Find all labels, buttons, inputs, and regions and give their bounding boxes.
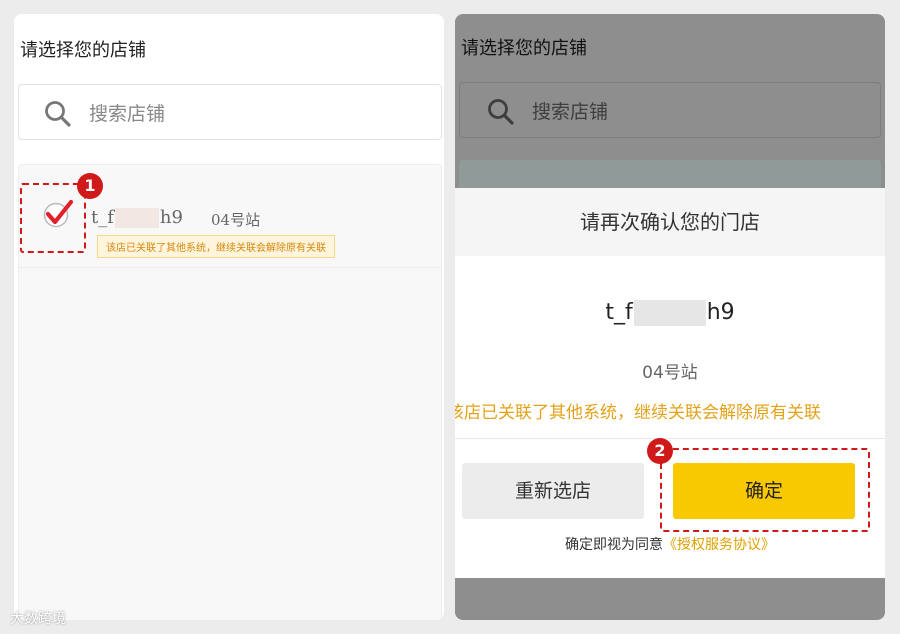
step-marker-2: 2: [647, 438, 673, 464]
search-placeholder: 搜索店铺: [532, 101, 609, 123]
redaction-blur: [114, 208, 159, 228]
page-title: 请选择您的店铺: [461, 38, 587, 59]
dimmed-list-item: [459, 160, 881, 190]
search-icon: [486, 97, 516, 131]
store-name: t_f h9: [91, 207, 183, 228]
store-warning-tag: 该店已关联了其他系统，继续关联会解除原有关联: [97, 235, 335, 258]
reselect-button[interactable]: 重新选店: [462, 463, 644, 519]
dialog-store-station: 04号站: [642, 363, 698, 383]
store-select-panel: 请选择您的店铺 搜索店铺 1 t_f h9 04号站 该店已关联了其他系统，继续关…: [14, 14, 444, 620]
step-marker-1: 1: [77, 173, 103, 199]
redaction-blur: [633, 300, 706, 326]
agreement-text: 确定即视为同意《授权服务协议》: [455, 534, 885, 554]
store-list-item[interactable]: 1 t_f h9 04号站 该店已关联了其他系统，继续关联会解除原有关联: [19, 165, 441, 268]
store-list: 1 t_f h9 04号站 该店已关联了其他系统，继续关联会解除原有关联: [18, 164, 442, 620]
store-name-suffix: h9: [159, 207, 183, 228]
store-name-prefix: t_f: [91, 207, 114, 228]
dialog-title: 请再次确认您的门店: [455, 188, 885, 256]
confirm-dialog: 请再次确认您的门店 t_f h9 04号站 该店已关联了其他系统，继续关联会解除原…: [455, 188, 885, 578]
store-station: 04号站: [211, 211, 261, 229]
annotation-box: [20, 183, 86, 253]
dialog-warning: 该店已关联了其他系统，继续关联会解除原有关联: [455, 403, 821, 423]
watermark: 大数跨境: [10, 611, 66, 627]
search-placeholder: 搜索店铺: [89, 103, 166, 125]
search-input: 搜索店铺: [459, 82, 881, 138]
divider: [455, 438, 885, 439]
search-input[interactable]: 搜索店铺: [18, 84, 442, 140]
search-icon: [43, 99, 73, 133]
agreement-label: 确定即视为同意: [565, 537, 663, 553]
store-name-prefix: t_f: [605, 300, 633, 325]
dialog-store-name: t_f h9: [455, 300, 885, 326]
agreement-link[interactable]: 《授权服务协议》: [663, 537, 775, 553]
confirm-panel: 请选择您的店铺 搜索店铺 请再次确认您的门店 t_f h9 04号站 该店已关联了…: [455, 14, 885, 620]
page-title: 请选择您的店铺: [20, 40, 146, 61]
store-name-suffix: h9: [706, 300, 735, 325]
annotation-box: [660, 448, 870, 532]
